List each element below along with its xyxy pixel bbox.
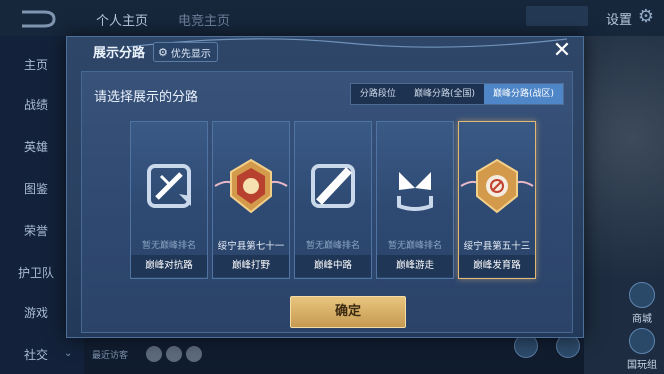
gold-jungle-badge-icon <box>214 158 288 214</box>
group-icon <box>629 328 655 354</box>
avatar[interactable] <box>166 346 182 362</box>
card-name: 巅峰发育路 <box>459 255 535 277</box>
card-name: 巅峰对抗路 <box>131 255 207 277</box>
lane-card-mid[interactable]: 暂无巅峰排名 巅峰中路 <box>294 121 372 279</box>
sidebar-item-heroes[interactable]: 英雄 <box>24 138 48 155</box>
sidebar-item-record[interactable]: 战绩 <box>24 96 48 113</box>
sidebar-item-codex[interactable]: 图鉴 <box>24 180 48 197</box>
tab-peak-national[interactable]: 巅峰分路(全国) <box>405 84 484 104</box>
right-decoration: 商城 国玩组 <box>584 36 664 374</box>
sidebar-item-guard[interactable]: 护卫队 <box>18 264 54 281</box>
lane-tabs: 分路段位 巅峰分路(全国) 巅峰分路(战区) <box>349 83 564 105</box>
sidebar-item-social[interactable]: 社交 <box>24 346 48 363</box>
lane-display-modal: 展示分路 ⚙ 优先显示 ✕ 请选择展示的分路 分路段位 巅峰分路(全国) 巅峰分… <box>66 36 584 338</box>
card-name: 巅峰游走 <box>377 255 453 277</box>
panel-subtitle: 请选择展示的分路 <box>94 90 199 105</box>
tab-esports[interactable]: 电竞主页 <box>178 10 230 29</box>
priority-display-label: 优先显示 <box>170 48 211 60</box>
wings-support-icon <box>397 172 433 211</box>
card-rank: 暂无巅峰排名 <box>305 241 360 251</box>
modal-title: 展示分路 <box>93 46 146 61</box>
lane-card-support[interactable]: 暂无巅峰排名 巅峰游走 <box>376 121 454 279</box>
top-badge <box>526 6 588 26</box>
avatar[interactable] <box>146 346 162 362</box>
card-rank: 绥宁县第五十三 <box>463 241 531 252</box>
avatar[interactable] <box>186 346 202 362</box>
sidebar-item-home[interactable]: 主页 <box>24 56 48 73</box>
lane-card-jungle[interactable]: 绥宁县第七十一 巅峰打野 <box>212 121 290 279</box>
gold-adc-badge-icon <box>460 158 534 214</box>
lane-select-panel: 请选择展示的分路 分路段位 巅峰分路(全国) 巅峰分路(战区) 暂无巅峰排名 巅… <box>81 71 573 333</box>
chevron-down-icon: ⌄ <box>64 348 73 359</box>
card-name: 巅峰中路 <box>295 255 371 277</box>
card-rank: 暂无巅峰排名 <box>141 241 196 251</box>
shop-icon <box>629 282 655 308</box>
gear-icon: ⚙ <box>158 45 168 59</box>
priority-display-button[interactable]: ⚙ 优先显示 <box>153 42 218 62</box>
sidebar-item-game[interactable]: 游戏 <box>24 304 48 321</box>
card-rank: 绥宁县第七十一 <box>217 241 285 252</box>
tab-lane-rank[interactable]: 分路段位 <box>351 84 405 104</box>
group-button[interactable]: 国玩组 <box>622 328 662 371</box>
game-logo-icon <box>22 10 56 28</box>
card-rank: 暂无巅峰排名 <box>387 241 442 251</box>
top-bar: 个人主页 电竞主页 设置 ⚙ <box>0 0 664 36</box>
confirm-button[interactable]: 确定 <box>290 296 406 328</box>
recent-visitors-label: 最近访客 <box>92 351 129 361</box>
sidebar-item-honor[interactable]: 荣誉 <box>24 222 48 239</box>
lane-card-top[interactable]: 暂无巅峰排名 巅峰对抗路 <box>130 121 208 279</box>
settings-button[interactable]: 设置 <box>606 9 632 28</box>
card-name: 巅峰打野 <box>213 255 289 277</box>
lane-card-adc[interactable]: 绥宁县第五十三 巅峰发育路 <box>458 121 536 279</box>
tab-profile[interactable]: 个人主页 <box>96 10 148 29</box>
tab-peak-region[interactable]: 巅峰分路(战区) <box>483 84 563 104</box>
mid-lane-slash-icon <box>311 164 355 208</box>
gear-icon[interactable]: ⚙ <box>638 6 654 27</box>
sword-shield-icon <box>147 164 191 208</box>
close-button[interactable]: ✕ <box>551 40 573 63</box>
shop-button[interactable]: 商城 <box>622 282 662 325</box>
